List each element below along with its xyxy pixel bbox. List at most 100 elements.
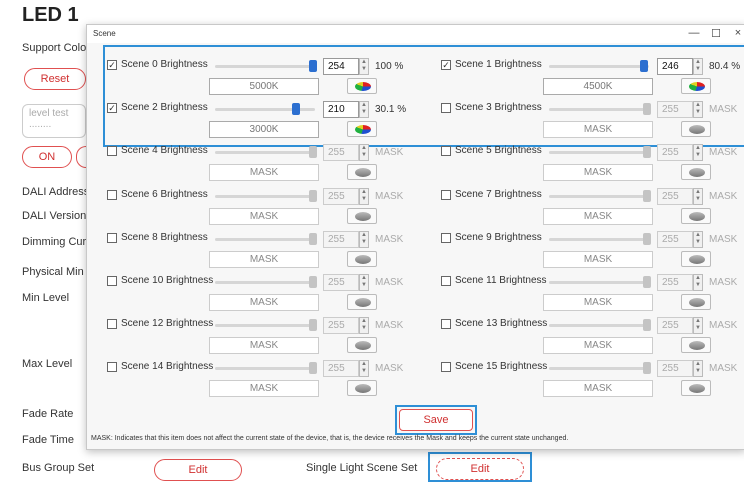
slider-thumb[interactable] [643, 276, 651, 288]
cct-field[interactable]: MASK [543, 380, 653, 398]
spin-arrows-icon[interactable]: ▲ ▼ [359, 144, 369, 162]
cct-field[interactable]: MASK [209, 207, 319, 225]
color-wheel-button[interactable] [681, 78, 711, 94]
brightness-value-input[interactable]: 255 [657, 101, 693, 119]
brightness-value-input[interactable]: 254 [323, 58, 359, 75]
color-wheel-button[interactable] [347, 164, 377, 181]
cct-field[interactable]: MASK [543, 164, 653, 182]
brightness-value-input[interactable]: 255 [323, 274, 359, 291]
scene-checkbox[interactable] [441, 362, 451, 373]
scene-checkbox[interactable] [107, 362, 117, 373]
scene-checkbox[interactable] [441, 146, 451, 157]
color-wheel-button[interactable] [347, 207, 377, 224]
scene-checkbox[interactable] [107, 189, 117, 200]
scene-checkbox[interactable] [441, 232, 451, 243]
spin-arrows-icon[interactable]: ▲ ▼ [359, 101, 369, 119]
spin-arrows-icon[interactable]: ▲ ▼ [359, 317, 369, 335]
spin-arrows-icon[interactable]: ▲ ▼ [359, 360, 369, 378]
spin-arrows-icon[interactable]: ▲ ▼ [693, 274, 703, 291]
brightness-slider[interactable] [215, 60, 317, 72]
spin-arrows-icon[interactable]: ▲ ▼ [359, 187, 369, 205]
spin-arrows-icon[interactable]: ▲ ▼ [359, 58, 369, 75]
brightness-value-input[interactable]: 255 [657, 187, 693, 205]
bus-group-edit-button[interactable]: Edit [154, 459, 242, 481]
cct-field[interactable]: 4500K [543, 78, 653, 95]
brightness-slider[interactable] [549, 103, 651, 116]
brightness-slider[interactable] [549, 146, 651, 159]
save-button[interactable]: Save [399, 409, 473, 431]
brightness-value-input[interactable]: 255 [657, 317, 693, 335]
slider-thumb[interactable] [292, 103, 300, 116]
brightness-slider[interactable] [549, 232, 651, 245]
color-wheel-button[interactable] [347, 250, 377, 267]
scene-checkbox[interactable] [107, 319, 117, 330]
color-wheel-button[interactable] [681, 380, 711, 397]
spin-arrows-icon[interactable]: ▲ ▼ [359, 274, 369, 291]
spin-arrows-icon[interactable]: ▲ ▼ [359, 230, 369, 248]
color-wheel-button[interactable] [681, 337, 711, 354]
scene-edit-button[interactable]: Edit [436, 458, 524, 480]
slider-thumb[interactable] [640, 60, 648, 72]
slider-thumb[interactable] [309, 60, 317, 72]
brightness-value-input[interactable]: 255 [323, 317, 359, 335]
cct-field[interactable]: 3000K [209, 121, 319, 139]
spin-arrows-icon[interactable]: ▲ ▼ [693, 360, 703, 378]
cct-field[interactable]: MASK [209, 250, 319, 268]
slider-thumb[interactable] [643, 103, 651, 116]
cct-field[interactable]: MASK [209, 164, 319, 182]
spin-arrows-icon[interactable]: ▲ ▼ [693, 317, 703, 335]
slider-thumb[interactable] [309, 319, 317, 332]
brightness-slider[interactable] [215, 319, 317, 332]
slider-thumb[interactable] [643, 232, 651, 245]
color-wheel-button[interactable] [347, 337, 377, 354]
maximize-icon[interactable]: ☐ [707, 27, 725, 40]
color-wheel-button[interactable] [347, 380, 377, 397]
slider-thumb[interactable] [309, 232, 317, 245]
color-wheel-button[interactable] [681, 164, 711, 181]
color-wheel-button[interactable] [347, 78, 377, 94]
color-wheel-button[interactable] [681, 250, 711, 267]
brightness-value-input[interactable]: 255 [657, 144, 693, 162]
cct-field[interactable]: MASK [209, 294, 319, 311]
brightness-slider[interactable] [549, 362, 651, 375]
scene-checkbox[interactable] [441, 276, 451, 286]
slider-thumb[interactable] [309, 276, 317, 288]
brightness-value-input[interactable]: 255 [323, 230, 359, 248]
scene-checkbox[interactable]: ✓ [441, 60, 451, 70]
brightness-slider[interactable] [215, 232, 317, 245]
scene-checkbox[interactable] [107, 276, 117, 286]
slider-thumb[interactable] [643, 189, 651, 202]
brightness-value-input[interactable]: 210 [323, 101, 359, 119]
cct-field[interactable]: MASK [209, 337, 319, 355]
scene-checkbox[interactable] [441, 189, 451, 200]
minimize-icon[interactable]: — [685, 27, 703, 39]
spin-arrows-icon[interactable]: ▲ ▼ [693, 58, 703, 75]
brightness-slider[interactable] [215, 189, 317, 202]
close-icon[interactable]: × [729, 27, 744, 39]
brightness-value-input[interactable]: 255 [657, 274, 693, 291]
level-test-field[interactable]: level test ........ [22, 104, 86, 138]
spin-arrows-icon[interactable]: ▲ ▼ [693, 101, 703, 119]
cct-field[interactable]: MASK [543, 294, 653, 311]
scene-checkbox[interactable]: ✓ [107, 60, 117, 70]
cct-field[interactable]: MASK [543, 250, 653, 268]
scene-checkbox[interactable] [441, 319, 451, 330]
slider-thumb[interactable] [309, 362, 317, 375]
slider-thumb[interactable] [643, 362, 651, 375]
brightness-value-input[interactable]: 246 [657, 58, 693, 75]
color-wheel-button[interactable] [347, 294, 377, 310]
color-wheel-button[interactable] [681, 294, 711, 310]
brightness-value-input[interactable]: 255 [323, 144, 359, 162]
color-wheel-button[interactable] [681, 121, 711, 138]
cct-field[interactable]: 5000K [209, 78, 319, 95]
on-button[interactable]: ON [22, 146, 72, 168]
slider-thumb[interactable] [309, 189, 317, 202]
cct-field[interactable]: MASK [543, 121, 653, 139]
slider-thumb[interactable] [309, 146, 317, 159]
reset-button[interactable]: Reset [24, 68, 86, 90]
brightness-slider[interactable] [215, 362, 317, 375]
cct-field[interactable]: MASK [543, 337, 653, 355]
brightness-slider[interactable] [215, 276, 317, 288]
cct-field[interactable]: MASK [209, 380, 319, 398]
brightness-value-input[interactable]: 255 [657, 360, 693, 378]
